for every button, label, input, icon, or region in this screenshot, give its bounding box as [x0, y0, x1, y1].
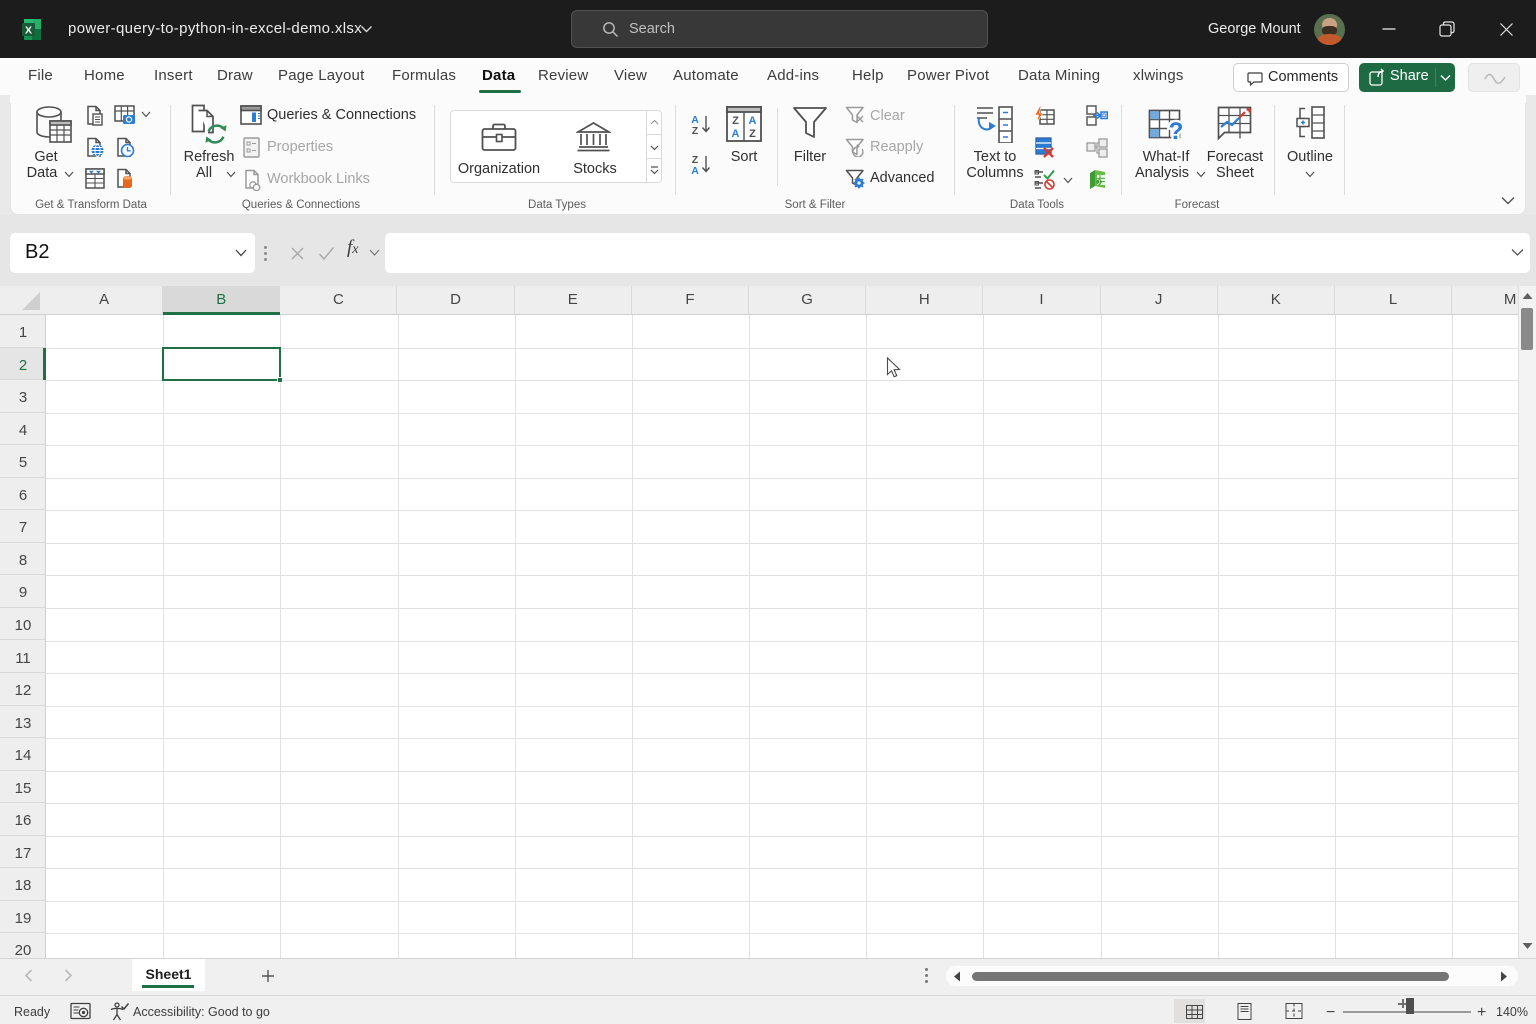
svg-text:Z: Z — [692, 125, 699, 136]
svg-text:?: ? — [1169, 118, 1184, 144]
svg-text:A: A — [749, 115, 757, 127]
svg-text:X: X — [25, 25, 32, 37]
svg-text:A: A — [732, 128, 740, 140]
svg-text:A: A — [691, 165, 699, 176]
svg-text:Z: Z — [749, 128, 756, 140]
svg-text:Z: Z — [732, 115, 739, 127]
svg-text:J: J — [1098, 180, 1101, 186]
